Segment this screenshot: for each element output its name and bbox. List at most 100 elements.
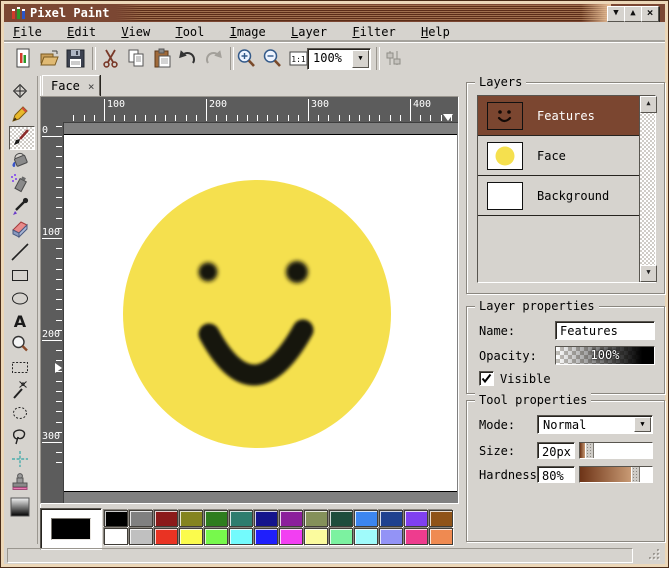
color-swatch[interactable]: [379, 510, 403, 527]
paste-button[interactable]: [151, 47, 174, 70]
close-button[interactable]: ×: [641, 6, 659, 22]
eraser-tool[interactable]: [9, 218, 33, 240]
color-swatch[interactable]: [354, 528, 378, 545]
hardness-input[interactable]: 80%: [537, 466, 575, 483]
color-swatch[interactable]: [429, 528, 453, 545]
color-swatch[interactable]: [404, 528, 428, 545]
brush-tool[interactable]: [9, 126, 35, 150]
color-swatch[interactable]: [429, 510, 453, 527]
name-label: Name:: [479, 324, 515, 338]
color-swatch[interactable]: [129, 510, 153, 527]
menu-image[interactable]: Image: [221, 22, 275, 42]
layers-scrollbar[interactable]: ▲ ▼: [640, 96, 655, 282]
chevron-down-icon[interactable]: ▼: [352, 50, 369, 68]
text-tool[interactable]: A: [9, 310, 33, 332]
chevron-down-icon[interactable]: ▼: [634, 417, 651, 432]
color-swatch[interactable]: [279, 510, 303, 527]
undo-button[interactable]: [176, 47, 199, 70]
open-file-button[interactable]: [38, 47, 61, 70]
color-swatch[interactable]: [104, 528, 128, 545]
layer-name-input[interactable]: Features: [555, 321, 655, 340]
vertical-ruler[interactable]: 0100200300: [41, 122, 64, 503]
maximize-button[interactable]: ▲: [624, 6, 642, 22]
tool-options-button[interactable]: [382, 47, 405, 70]
line-tool[interactable]: [9, 241, 33, 263]
color-swatch[interactable]: [154, 510, 178, 527]
pencil-tool[interactable]: [9, 103, 33, 125]
color-swatch[interactable]: [254, 528, 278, 545]
color-swatch[interactable]: [179, 510, 203, 527]
current-colors-swatch[interactable]: [40, 508, 102, 550]
horizontal-ruler[interactable]: 100200300400: [63, 97, 458, 123]
color-swatch[interactable]: [279, 528, 303, 545]
menu-filter[interactable]: Filter: [343, 22, 404, 42]
save-button[interactable]: [64, 47, 87, 70]
color-swatch[interactable]: [329, 528, 353, 545]
tab-face[interactable]: Face×: [42, 75, 100, 96]
opacity-slider[interactable]: 100%: [555, 346, 655, 365]
zoom-level-combo[interactable]: 100% ▼: [307, 48, 371, 70]
zoom-in-button[interactable]: [235, 47, 258, 70]
zoom-out-button[interactable]: [261, 47, 284, 70]
menu-tool[interactable]: Tool: [166, 22, 213, 42]
layer-row-background[interactable]: Background: [478, 176, 639, 216]
scroll-down-icon[interactable]: ▼: [640, 265, 657, 282]
title-bar[interactable]: Pixel Paint ▼ ▲ ×: [4, 4, 665, 22]
canvas-viewport[interactable]: [63, 122, 458, 503]
color-swatch[interactable]: [104, 510, 128, 527]
menu-file[interactable]: File: [4, 22, 51, 42]
gradient-tool[interactable]: [9, 496, 33, 518]
move-tool[interactable]: [9, 80, 33, 102]
color-swatch[interactable]: [304, 510, 328, 527]
color-swatch[interactable]: [129, 528, 153, 545]
color-swatch[interactable]: [204, 528, 228, 545]
visible-checkbox[interactable]: [479, 371, 494, 386]
layer-row-features[interactable]: Features: [478, 96, 639, 136]
size-slider-thumb[interactable]: [585, 443, 594, 458]
size-input[interactable]: 20px: [537, 442, 575, 459]
minimize-button[interactable]: ▼: [607, 6, 625, 22]
layer-row-face[interactable]: Face: [478, 136, 639, 176]
scroll-up-icon[interactable]: ▲: [640, 96, 657, 113]
size-slider[interactable]: [579, 442, 653, 459]
stamp-tool[interactable]: [9, 471, 33, 493]
rect-select-tool[interactable]: [9, 356, 33, 378]
menu-edit[interactable]: Edit: [58, 22, 105, 42]
color-swatch[interactable]: [179, 528, 203, 545]
lasso-tool[interactable]: [9, 402, 33, 424]
redo-button[interactable]: [202, 47, 225, 70]
fill-tool[interactable]: [9, 149, 33, 171]
color-swatch[interactable]: [304, 528, 328, 545]
resize-grip[interactable]: [645, 546, 661, 562]
color-swatch[interactable]: [229, 528, 253, 545]
new-file-button[interactable]: [12, 47, 35, 70]
tab-close-icon[interactable]: ×: [88, 80, 95, 93]
color-swatch[interactable]: [254, 510, 278, 527]
color-swatch[interactable]: [154, 528, 178, 545]
eyedropper-tool[interactable]: [9, 195, 33, 217]
menu-view[interactable]: View: [112, 22, 159, 42]
freehand-select-tool[interactable]: [9, 425, 33, 447]
ellipse-tool[interactable]: [9, 287, 33, 309]
hardness-slider-thumb[interactable]: [631, 467, 640, 482]
copy-button[interactable]: [125, 47, 148, 70]
color-swatch[interactable]: [404, 510, 428, 527]
color-swatch[interactable]: [229, 510, 253, 527]
menu-help[interactable]: Help: [412, 22, 459, 42]
magic-wand-tool[interactable]: [9, 379, 33, 401]
menu-layer[interactable]: Layer: [282, 22, 336, 42]
color-swatch[interactable]: [329, 510, 353, 527]
left-eye: [199, 263, 218, 282]
zoom-tool[interactable]: [9, 333, 33, 355]
color-swatch[interactable]: [354, 510, 378, 527]
rectangle-tool[interactable]: [9, 264, 33, 286]
canvas-document[interactable]: [64, 134, 457, 492]
crosshair-tool[interactable]: [9, 448, 33, 470]
foreground-color[interactable]: [51, 518, 91, 540]
color-swatch[interactable]: [379, 528, 403, 545]
spray-tool[interactable]: [9, 172, 33, 194]
color-swatch[interactable]: [204, 510, 228, 527]
mode-combo[interactable]: Normal ▼: [537, 415, 653, 434]
cut-button[interactable]: [99, 47, 122, 70]
hardness-slider[interactable]: [579, 466, 653, 483]
